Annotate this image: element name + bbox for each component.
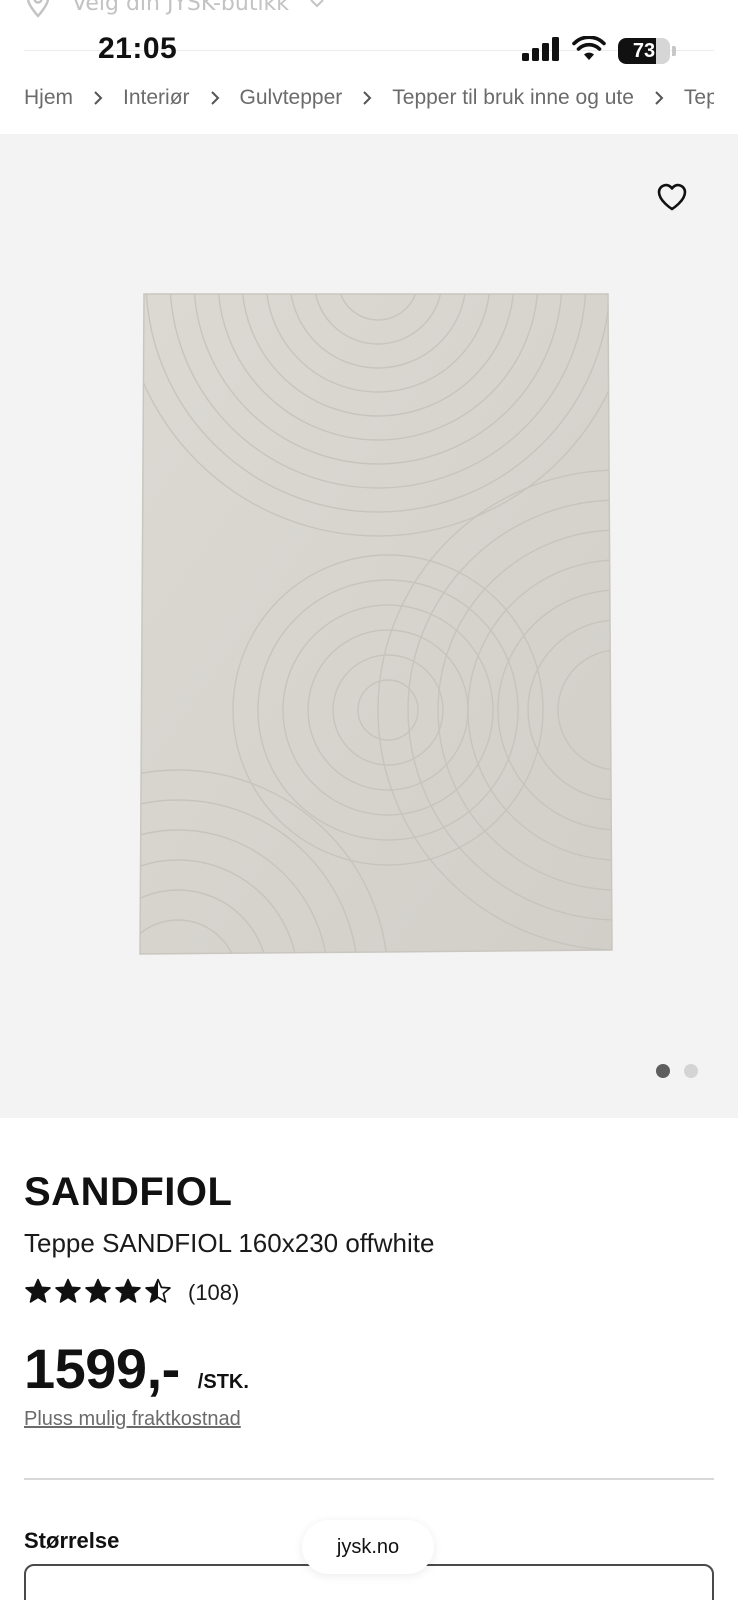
product-title: Teppe SANDFIOL 160x230 offwhite (24, 1228, 435, 1258)
store-selector-label: Velg din JYSK-butikk (72, 0, 290, 16)
breadcrumb: Hjem Interiør Gulvtepper Tepper til bruk… (24, 80, 714, 116)
star-icon (84, 1278, 112, 1308)
heart-icon (656, 182, 688, 215)
status-icons: 73 (522, 35, 676, 66)
chevron-down-icon (309, 0, 325, 9)
wifi-icon (572, 35, 606, 66)
product-image-gallery[interactable] (0, 134, 738, 1118)
size-label: Størrelse (24, 1528, 120, 1553)
favorite-button[interactable] (654, 180, 690, 216)
product-brand: SANDFIOL (24, 1170, 233, 1214)
price-unit: /STK. (197, 1371, 249, 1393)
breadcrumb-item-tepper-inne-ute[interactable]: Tepper til bruk inne og ute (392, 86, 634, 110)
chevron-right-icon (210, 90, 220, 106)
location-pin-icon (24, 0, 52, 18)
store-selector[interactable]: Velg din JYSK-butikk (24, 0, 325, 18)
breadcrumb-item-interior[interactable]: Interiør (123, 86, 190, 110)
battery-percent: 73 (632, 39, 656, 62)
shipping-cost-link[interactable]: Pluss mulig fraktkostnad (24, 1408, 241, 1431)
battery-indicator: 73 (618, 38, 670, 64)
chevron-right-icon (93, 90, 103, 106)
breadcrumb-item-tepper[interactable]: Tepper (684, 86, 714, 110)
breadcrumb-item-gulvtepper[interactable]: Gulvtepper (240, 86, 343, 110)
gallery-pagination[interactable] (656, 1064, 698, 1078)
star-icon (54, 1278, 82, 1308)
rating-stars (24, 1278, 172, 1308)
battery-tip (672, 46, 676, 56)
star-icon (144, 1278, 172, 1308)
status-time: 21:05 (98, 32, 178, 65)
chevron-right-icon (654, 90, 664, 106)
product-price: 1599,- (24, 1337, 180, 1400)
section-divider (24, 1478, 714, 1480)
gallery-dot[interactable] (656, 1064, 670, 1078)
cellular-signal-icon (522, 37, 560, 65)
browser-url-pill[interactable]: jysk.no (302, 1520, 434, 1574)
breadcrumb-item-hjem[interactable]: Hjem (24, 86, 73, 110)
price-row: 1599,- /STK. (24, 1336, 249, 1401)
gallery-dot[interactable] (684, 1064, 698, 1078)
rating-count: (108) (188, 1280, 240, 1305)
star-icon (114, 1278, 142, 1308)
star-icon (24, 1278, 52, 1308)
product-image-rug (138, 290, 620, 962)
top-bar: Velg din JYSK-butikk 21:05 73 (0, 0, 738, 72)
product-rating[interactable]: (108) (24, 1278, 239, 1308)
chevron-right-icon (362, 90, 372, 106)
